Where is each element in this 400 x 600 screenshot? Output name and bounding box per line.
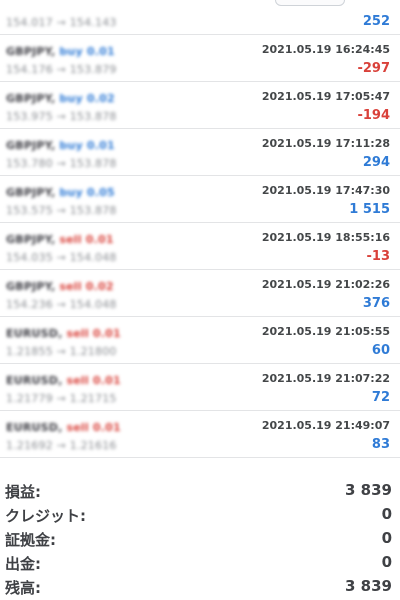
deal-symbol: GBPJPY,	[6, 232, 56, 246]
deal-prices: 153.575 → 153.878	[6, 204, 117, 217]
deal-row[interactable]: GBPJPY, buy 0.01 153.780 → 153.878 2021.05.…	[0, 129, 400, 176]
deal-symbol: GBPJPY,	[6, 91, 56, 105]
summary-value: 0	[381, 553, 392, 571]
deal-symbol: EURUSD,	[6, 326, 63, 340]
deal-prices: 154.017 → 154.143	[6, 16, 117, 29]
summary-label: 損益:	[5, 483, 41, 501]
deal-time: 2021.05.19 21:49:07	[261, 419, 390, 432]
summary-row-withdrawal: 出金: 0	[0, 551, 400, 575]
deal-row[interactable]: 154.017 → 154.143 252	[0, 0, 400, 35]
summary-row-balance: 残高: 3 839	[0, 575, 400, 599]
deal-header: EURUSD, sell 0.01	[6, 372, 121, 388]
deal-direction: buy 0.02	[59, 91, 115, 105]
deal-time: 2021.05.19 21:07:22	[261, 372, 390, 385]
deal-profit: -297	[357, 61, 390, 76]
deal-direction: sell 0.02	[59, 279, 114, 293]
deal-prices: 1.21779 → 1.21715	[6, 392, 117, 405]
deal-row[interactable]: GBPJPY, buy 0.05 153.575 → 153.878 2021.05.…	[0, 176, 400, 223]
summary-row-profit: 損益: 3 839	[0, 479, 400, 503]
summary-value: 3 839	[345, 481, 392, 499]
deal-list[interactable]: 154.017 → 154.143 252 GBPJPY, buy 0.01 154.1…	[0, 0, 400, 458]
deal-profit: 83	[371, 437, 390, 452]
deal-header: GBPJPY, sell 0.02	[6, 278, 114, 294]
deal-profit: -13	[366, 249, 391, 264]
deal-prices: 154.236 → 154.048	[6, 298, 117, 311]
summary-value: 3 839	[345, 577, 392, 595]
deal-profit: 72	[371, 390, 390, 405]
deal-profit: 1 515	[349, 202, 390, 217]
deal-row[interactable]: GBPJPY, buy 0.02 153.975 → 153.878 2021.05.…	[0, 82, 400, 129]
deal-row[interactable]: GBPJPY, sell 0.01 154.035 → 154.048 2021.05…	[0, 223, 400, 270]
deal-symbol: EURUSD,	[6, 373, 63, 387]
deal-symbol: GBPJPY,	[6, 138, 56, 152]
deal-direction: sell 0.01	[66, 326, 121, 340]
deal-header: GBPJPY, buy 0.01	[6, 43, 115, 59]
deal-direction: buy 0.05	[59, 185, 115, 199]
deal-header: EURUSD, sell 0.01	[6, 325, 121, 341]
deal-profit: 294	[362, 155, 390, 170]
deal-prices: 154.176 → 153.879	[6, 63, 117, 76]
deal-time: 2021.05.19 16:24:45	[261, 43, 390, 56]
deal-prices: 153.780 → 153.878	[6, 157, 117, 170]
summary-label: 残高:	[5, 579, 41, 597]
deal-profit: 252	[362, 14, 390, 29]
deal-header: GBPJPY, buy 0.02	[6, 90, 115, 106]
deal-profit: 376	[362, 296, 390, 311]
deal-symbol: GBPJPY,	[6, 185, 56, 199]
summary-label: 出金:	[5, 555, 41, 573]
deal-prices: 1.21855 → 1.21800	[6, 345, 117, 358]
deal-symbol: GBPJPY,	[6, 279, 56, 293]
deal-symbol: GBPJPY,	[6, 44, 56, 58]
deal-header	[6, 0, 10, 12]
deal-header: GBPJPY, buy 0.01	[6, 137, 115, 153]
deal-time: 2021.05.19 21:05:55	[261, 325, 390, 338]
deal-direction: sell 0.01	[66, 420, 121, 434]
deal-time: 2021.05.19 17:05:47	[261, 90, 390, 103]
deal-symbol: EURUSD,	[6, 420, 63, 434]
deal-row[interactable]: EURUSD, sell 0.01 1.21692 → 1.21616 2021.05…	[0, 411, 400, 458]
deal-prices: 153.975 → 153.878	[6, 110, 117, 123]
deal-row[interactable]: GBPJPY, buy 0.01 154.176 → 153.879 2021.05.…	[0, 35, 400, 82]
deal-time: 2021.05.19 18:55:16	[261, 231, 390, 244]
deal-row[interactable]: EURUSD, sell 0.01 1.21779 → 1.21715 2021.05…	[0, 364, 400, 411]
summary-row-credit: クレジット: 0	[0, 503, 400, 527]
summary-value: 0	[381, 505, 392, 523]
deal-direction: buy 0.01	[59, 138, 115, 152]
deal-time: 2021.05.19 17:47:30	[261, 184, 390, 197]
deal-row[interactable]: GBPJPY, sell 0.02 154.236 → 154.048 2021.05…	[0, 270, 400, 317]
deal-profit: 60	[371, 343, 390, 358]
deal-direction: buy 0.01	[59, 44, 115, 58]
deal-header: GBPJPY, sell 0.01	[6, 231, 114, 247]
trade-history-screen: 154.017 → 154.143 252 GBPJPY, buy 0.01 154.1…	[0, 0, 400, 600]
deal-time: 2021.05.19 21:02:26	[261, 278, 390, 291]
account-summary: 損益: 3 839 クレジット: 0 証拠金: 0 出金: 0 残高: 3 839	[0, 479, 400, 599]
deal-header: EURUSD, sell 0.01	[6, 419, 121, 435]
summary-label: 証拠金:	[5, 531, 56, 549]
deal-header: GBPJPY, buy 0.05	[6, 184, 115, 200]
deal-row[interactable]: EURUSD, sell 0.01 1.21855 → 1.21800 2021.05…	[0, 317, 400, 364]
deal-direction: sell 0.01	[59, 232, 114, 246]
summary-value: 0	[381, 529, 392, 547]
summary-label: クレジット:	[5, 507, 86, 525]
summary-row-margin: 証拠金: 0	[0, 527, 400, 551]
deal-prices: 1.21692 → 1.21616	[6, 439, 117, 452]
deal-direction: sell 0.01	[66, 373, 121, 387]
deal-time: 2021.05.19 17:11:28	[261, 137, 390, 150]
deal-profit: -194	[357, 108, 390, 123]
deal-prices: 154.035 → 154.048	[6, 251, 117, 264]
